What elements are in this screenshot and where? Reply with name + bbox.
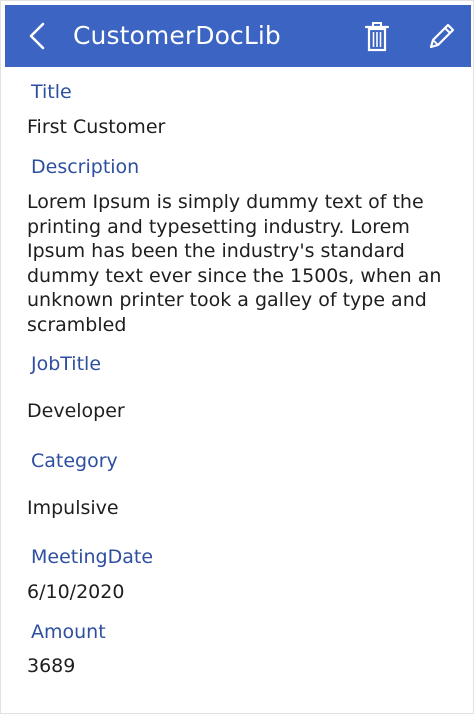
delete-button[interactable] [363,21,391,53]
field-value: First Customer [27,116,166,138]
edit-button[interactable] [425,21,457,53]
page-title: CustomerDocLib [73,21,281,50]
field-value: 3689 [27,655,76,677]
back-icon [29,22,45,50]
trash-icon [364,22,390,52]
field-value: Lorem Ipsum is simply dummy text of the … [27,191,442,336]
field-value: Impulsive [27,497,119,519]
back-button[interactable] [25,20,53,52]
field-label: Category [31,450,118,472]
field-label: JobTitle [31,353,102,375]
field-label: MeetingDate [31,546,154,568]
field-label: Amount [31,621,106,643]
field-label: Title [31,81,72,103]
field-value: 6/10/2020 [27,581,125,603]
field-label: Description [31,156,140,178]
field-value: Developer [27,400,125,422]
pencil-icon [429,23,455,49]
app-header: CustomerDocLib [5,5,471,67]
